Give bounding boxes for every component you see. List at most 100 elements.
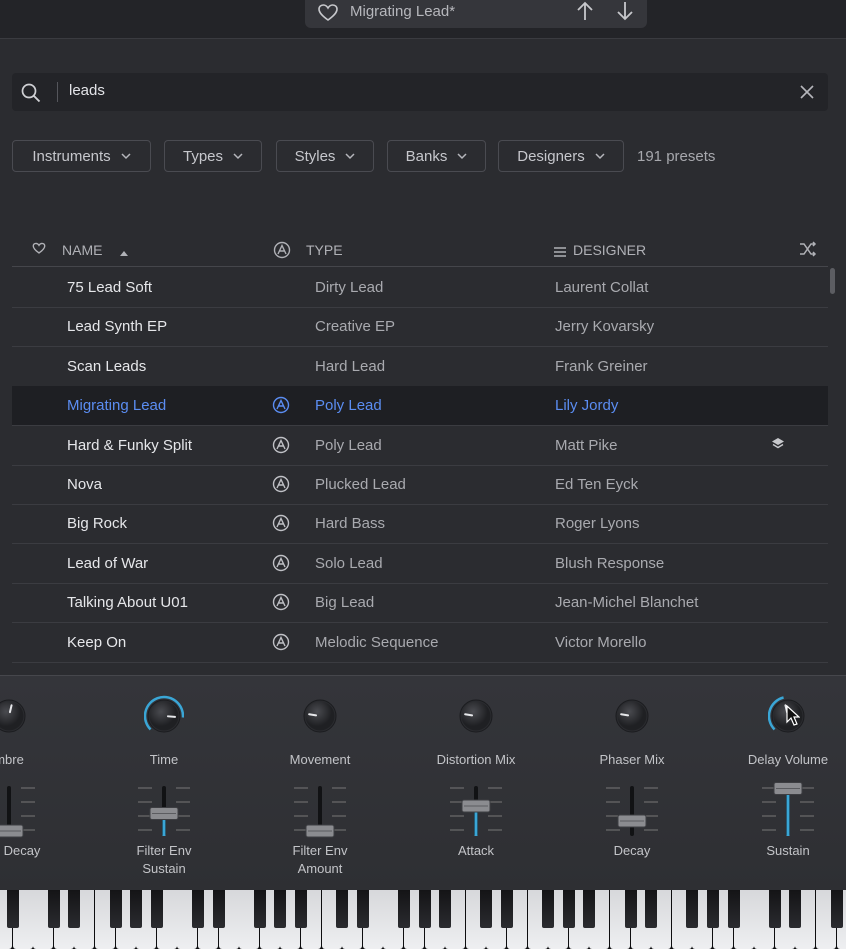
preset-name: Scan Leads	[67, 357, 147, 375]
black-key[interactable]	[253, 890, 266, 928]
macro-fader[interactable]	[134, 780, 194, 840]
macro-column: Movement Filter Env Amount	[260, 676, 380, 891]
preset-designer: Matt Pike	[555, 436, 618, 454]
black-key[interactable]	[727, 890, 740, 928]
table-row[interactable]: Scan Leads Hard Lead Frank Greiner	[12, 347, 828, 387]
preset-type: Creative EP	[315, 318, 396, 336]
black-key[interactable]	[645, 890, 658, 928]
black-key[interactable]	[583, 890, 596, 928]
black-key[interactable]	[212, 890, 225, 928]
preset-name: 75 Lead Soft	[67, 279, 153, 296]
preset-name: Nova	[67, 476, 103, 493]
column-header-name[interactable]: NAME	[62, 242, 102, 258]
black-key[interactable]	[356, 890, 369, 928]
black-key[interactable]	[480, 890, 493, 928]
filter-banks-dropdown[interactable]: Banks	[387, 140, 486, 172]
arturia-badge-icon	[272, 436, 290, 458]
preset-name: Lead Synth EP	[67, 318, 168, 336]
black-key[interactable]	[295, 890, 307, 928]
preset-name: Hard & Funky Split	[67, 436, 193, 454]
next-preset-arrow-down-icon[interactable]	[613, 0, 637, 24]
black-key[interactable]	[439, 890, 452, 928]
preset-name: Lead of War	[67, 554, 149, 572]
knob-label: Phaser Mix	[599, 752, 665, 767]
preset-type: Melodic Sequence	[315, 633, 439, 651]
fader-label: Attack	[457, 843, 495, 858]
arturia-badge-icon	[272, 396, 290, 418]
column-header-designer[interactable]: DESIGNER	[573, 242, 646, 258]
arturia-badge-icon	[272, 554, 290, 576]
table-row[interactable]: Lead Synth EP Creative EP Jerry Kovarsky	[12, 307, 828, 348]
table-row[interactable]: Talking About U01 Big Lead Jean-Michel Bla…	[12, 583, 828, 624]
column-header-type[interactable]: TYPE	[306, 242, 343, 258]
arturia-badge-icon	[272, 633, 290, 655]
filter-styles-dropdown[interactable]: Styles	[276, 140, 374, 172]
preset-designer: Jean-Michel Blanchet	[555, 594, 699, 612]
black-key[interactable]	[336, 890, 349, 928]
black-key[interactable]	[418, 890, 431, 928]
black-key[interactable]	[398, 890, 410, 928]
macro-knob[interactable]	[144, 694, 184, 738]
search-divider	[57, 82, 58, 102]
black-key[interactable]	[562, 890, 575, 928]
table-row[interactable]: Big Rock Hard Bass Roger Lyons	[12, 504, 828, 545]
black-key[interactable]	[109, 890, 122, 928]
chevron-down-icon	[121, 153, 131, 160]
current-preset-bar[interactable]: Migrating Lead*	[305, 0, 647, 28]
shuffle-icon[interactable]	[799, 241, 817, 260]
fader-label: Sustain	[766, 843, 810, 858]
preset-type: Hard Bass	[315, 515, 386, 533]
black-key[interactable]	[150, 890, 163, 928]
preset-designer: Roger Lyons	[555, 515, 640, 533]
table-row[interactable]: 75 Lead Soft Dirty Lead Laurent Collat	[12, 268, 828, 308]
filter-designers-dropdown[interactable]: Designers	[498, 140, 624, 172]
table-header: NAME TYPE DESIGNER	[12, 234, 828, 267]
black-key[interactable]	[192, 890, 204, 928]
table-row[interactable]: Hard & Funky Split Poly Lead Matt Pike	[12, 426, 828, 466]
list-scrollbar[interactable]	[830, 268, 835, 294]
macro-fader[interactable]	[758, 780, 818, 840]
search-input[interactable]	[69, 82, 669, 99]
table-row[interactable]: Migrating Lead Poly Lead Lily Jordy	[12, 386, 828, 427]
preset-designer: Lily Jordy	[555, 397, 619, 415]
keyboard[interactable]	[0, 890, 846, 949]
black-key[interactable]	[707, 890, 719, 928]
macro-fader[interactable]	[290, 780, 350, 840]
close-icon[interactable]	[798, 83, 816, 106]
filter-types-dropdown[interactable]: Types	[164, 140, 262, 172]
preset-type: Poly Lead	[315, 436, 382, 454]
table-row[interactable]: Lead of War Solo Lead Blush Response	[12, 544, 828, 584]
macro-knob[interactable]	[0, 694, 29, 738]
black-key[interactable]	[768, 890, 781, 928]
table-row[interactable]: Keep On Melodic Sequence Victor Morello	[12, 623, 828, 663]
previous-preset-arrow-up-icon[interactable]	[573, 0, 597, 24]
heart-icon[interactable]	[317, 3, 339, 28]
macro-fader[interactable]	[446, 780, 506, 840]
black-key[interactable]	[830, 890, 843, 928]
preset-count: 191 presets	[637, 148, 716, 165]
preset-type: Plucked Lead	[315, 476, 406, 493]
black-key[interactable]	[6, 890, 19, 928]
macro-column: Distortion Mix Attack	[416, 676, 536, 891]
list-icon	[554, 244, 566, 260]
current-preset-name[interactable]: Migrating Lead*	[350, 3, 455, 20]
black-key[interactable]	[686, 890, 699, 928]
macro-knob[interactable]	[612, 694, 652, 738]
macro-fader[interactable]	[0, 780, 39, 840]
black-key[interactable]	[47, 890, 60, 928]
black-key[interactable]	[68, 890, 81, 928]
macro-knob[interactable]	[300, 694, 340, 738]
sort-ascending-icon[interactable]	[119, 244, 129, 260]
filter-instruments-dropdown[interactable]: Instruments	[12, 140, 151, 172]
black-key[interactable]	[542, 890, 555, 928]
macro-knob[interactable]	[456, 694, 496, 738]
macro-fader[interactable]	[602, 780, 662, 840]
black-key[interactable]	[624, 890, 637, 928]
black-key[interactable]	[274, 890, 287, 928]
preset-designer: Jerry Kovarsky	[555, 318, 655, 336]
black-key[interactable]	[130, 890, 143, 928]
favorite-column-heart-icon[interactable]	[32, 242, 46, 258]
black-key[interactable]	[501, 890, 513, 928]
table-row[interactable]: Nova Plucked Lead Ed Ten Eyck	[12, 465, 828, 505]
black-key[interactable]	[789, 890, 802, 928]
